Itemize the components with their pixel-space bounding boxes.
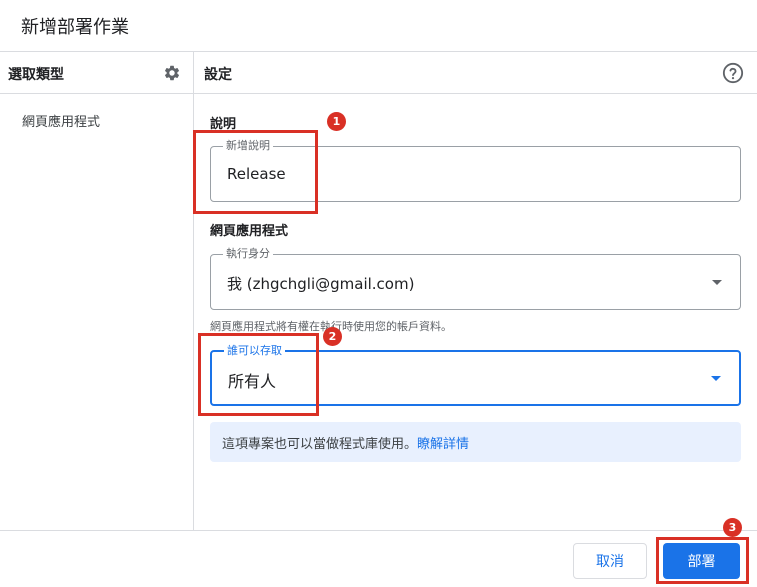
settings-panel-header: 設定 [204, 67, 232, 83]
library-info-text: 這項專案也可以當做程式庫使用。 [222, 437, 418, 452]
footer-divider [0, 530, 757, 531]
panel-divider [193, 51, 194, 530]
title-divider [0, 51, 757, 52]
type-item-webapp[interactable]: 網頁應用程式 [22, 111, 100, 130]
type-panel-header: 選取類型 [8, 67, 64, 83]
webapp-section-label: 網頁應用程式 [210, 224, 289, 239]
dropdown-arrow-icon[interactable] [712, 280, 722, 285]
annotation-box-1 [193, 130, 318, 214]
execute-as-select[interactable]: 執行身分 我 (zhgchgli@gmail.com) [210, 247, 741, 310]
dialog-title: 新增部署作業 [21, 17, 129, 38]
help-circle-icon[interactable] [722, 62, 744, 84]
annotation-badge-2: 2 [323, 327, 342, 346]
annotation-box-3 [656, 537, 749, 584]
annotation-badge-3: 3 [723, 518, 742, 537]
dropdown-arrow-icon[interactable] [711, 376, 721, 381]
header-divider [0, 93, 757, 94]
library-info-banner: 這項專案也可以當做程式庫使用。瞭解詳情 [210, 422, 741, 462]
learn-more-link[interactable]: 瞭解詳情 [417, 437, 469, 452]
execute-as-value: 我 (zhgchgli@gmail.com) [227, 275, 415, 293]
annotation-box-2 [198, 333, 319, 416]
execute-as-legend: 執行身分 [223, 247, 273, 261]
gear-icon[interactable] [163, 64, 181, 82]
annotation-badge-1: 1 [327, 112, 346, 131]
cancel-button[interactable]: 取消 [573, 543, 647, 579]
